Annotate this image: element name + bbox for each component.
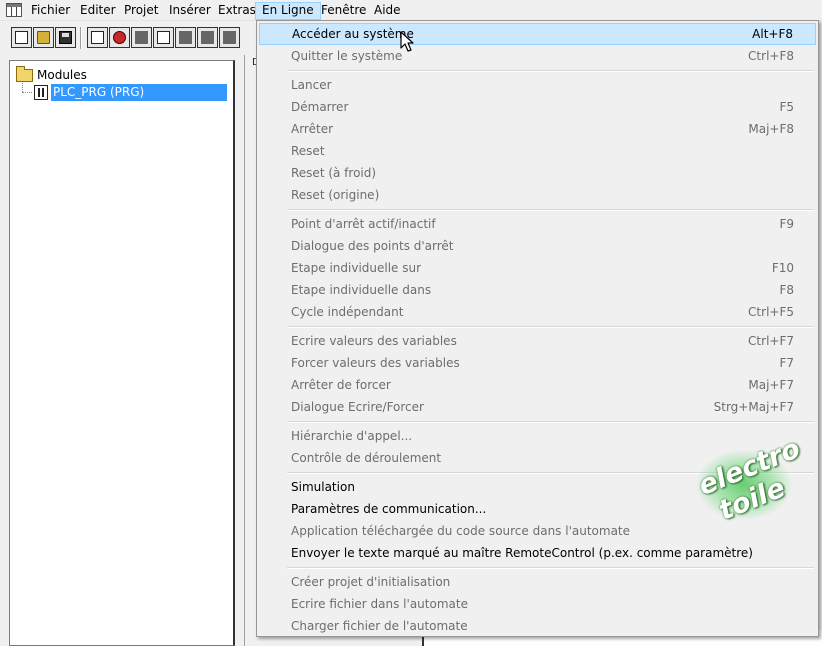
menu-separator [287,567,814,569]
menu-item-forcer-valeurs[interactable]: Forcer valeurs des variables F7 [259,352,816,374]
menu-fichier[interactable]: Fichier [25,2,76,20]
mouse-cursor-icon [400,31,414,52]
build-icon [223,31,236,44]
build-button[interactable] [219,27,240,48]
save-button[interactable] [55,27,76,48]
menu-item-quitter-systeme[interactable]: Quitter le système Ctrl+F8 [259,45,816,67]
menu-separator [287,421,814,423]
menu-item-acceder-systeme[interactable]: Accéder au système Alt+F8 [259,23,816,45]
transfer-icon [201,31,214,44]
run-button[interactable] [131,27,152,48]
print-icon [179,31,192,44]
menu-fenetre[interactable]: Fenêtre [315,2,372,20]
menu-item-reset[interactable]: Reset [259,140,816,162]
program-icon [34,85,48,100]
app-icon[interactable] [6,3,22,17]
transfer-button[interactable] [197,27,218,48]
menu-separator [287,70,814,72]
menu-separator [287,209,814,211]
menu-separator [287,326,814,328]
new-file-icon [15,31,28,44]
menu-item-lancer[interactable]: Lancer [259,74,816,96]
menu-projet[interactable]: Projet [118,2,164,20]
menu-item-arreter-forcer[interactable]: Arrêter de forcer Maj+F7 [259,374,816,396]
menu-item-creer-projet-initialisation[interactable]: Créer projet d'initialisation [259,571,816,593]
menu-en-ligne[interactable]: En Ligne [255,2,321,20]
stop-icon [113,31,126,44]
menu-item-dialogue-ecrire-forcer[interactable]: Dialogue Ecrire/Forcer Strg+Maj+F7 [259,396,816,418]
module-button[interactable] [153,27,174,48]
menu-item-charger-fichier-automate[interactable]: Charger fichier de l'automate [259,615,816,637]
open-button[interactable] [33,27,54,48]
menu-item-point-arret[interactable]: Point d'arrêt actif/inactif F9 [259,213,816,235]
tree-root-label: Modules [37,68,87,82]
tree-item-label: PLC_PRG (PRG) [51,84,227,101]
en-ligne-menu: Accéder au système Alt+F8 Quitter le syst… [256,20,819,637]
menu-item-etape-dans[interactable]: Etape individuelle dans F8 [259,279,816,301]
open-folder-icon [37,31,50,44]
menu-inserer[interactable]: Insérer [163,2,217,20]
menu-item-etape-sur[interactable]: Etape individuelle sur F10 [259,257,816,279]
menu-item-reset-froid[interactable]: Reset (à froid) [259,162,816,184]
toolbar-separator [80,27,82,49]
menu-item-demarrer[interactable]: Démarrer F5 [259,96,816,118]
login-icon [91,31,104,44]
new-file-button[interactable] [11,27,32,48]
tree-connector [22,92,32,93]
print-button[interactable] [175,27,196,48]
menu-item-arreter[interactable]: Arrêter Maj+F8 [259,118,816,140]
module-icon [157,31,170,44]
menu-item-ecrire-valeurs[interactable]: Ecrire valeurs des variables Ctrl+F7 [259,330,816,352]
tree-item-plc-prg[interactable]: PLC_PRG (PRG) [34,84,227,101]
menu-item-cycle-independant[interactable]: Cycle indépendant Ctrl+F5 [259,301,816,323]
menu-item-reset-origine[interactable]: Reset (origine) [259,184,816,206]
stop-button[interactable] [109,27,130,48]
folder-icon [16,65,33,82]
menu-item-ecrire-fichier-automate[interactable]: Ecrire fichier dans l'automate [259,593,816,615]
run-icon [135,31,148,44]
menu-item-dialogue-points-arret[interactable]: Dialogue des points d'arrêt [259,235,816,257]
module-tree[interactable]: Modules PLC_PRG (PRG) [9,60,235,646]
tree-root-modules[interactable]: Modules [16,65,87,83]
menu-editer[interactable]: Editer [74,2,122,20]
tree-connector [22,83,23,92]
save-icon [59,31,72,44]
watermark-logo: electro toile [688,432,812,532]
menu-bar: Fichier Editer Projet Insérer Extras En … [0,0,822,21]
menu-item-envoyer-texte-remotecontrol[interactable]: Envoyer le texte marqué au maître Remote… [259,542,816,564]
login-button[interactable] [87,27,108,48]
menu-aide[interactable]: Aide [368,2,407,20]
